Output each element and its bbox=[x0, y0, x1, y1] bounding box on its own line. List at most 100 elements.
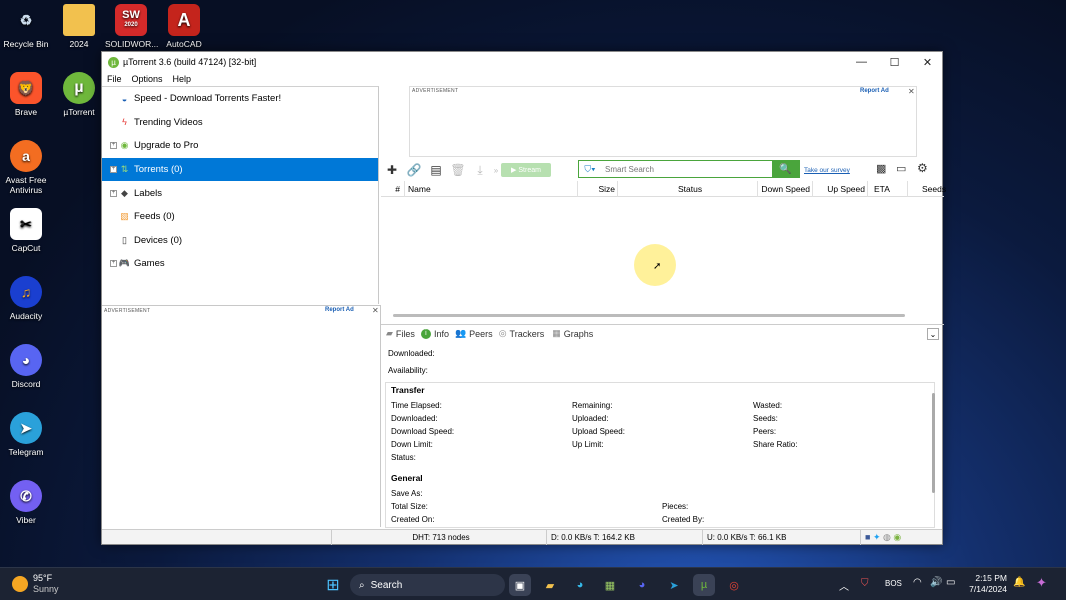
general-section-title: General bbox=[391, 473, 423, 483]
android-icon[interactable]: ◉ bbox=[893, 532, 901, 542]
horizontal-scrollbar[interactable] bbox=[393, 314, 905, 317]
tab-info[interactable]: i Info bbox=[420, 328, 449, 339]
search-input[interactable] bbox=[601, 161, 772, 177]
taskbar-search[interactable]: ⌕ Search bbox=[350, 574, 505, 596]
settings-gear-icon[interactable]: ⚙ bbox=[917, 161, 928, 175]
expand-icon[interactable]: + bbox=[110, 189, 117, 197]
close-ad-icon[interactable]: ✕ bbox=[372, 306, 379, 315]
create-torrent-icon[interactable]: ▤ bbox=[425, 159, 447, 181]
desktop-icon-telegram[interactable]: ➤ Telegram bbox=[0, 412, 52, 457]
wifi-icon[interactable]: ◠ bbox=[913, 577, 922, 588]
close-button[interactable]: ✕ bbox=[911, 52, 944, 72]
add-link-icon[interactable]: 🔗 bbox=[403, 159, 425, 181]
peers-label: Peers: bbox=[753, 427, 777, 436]
utorrent-taskbar-icon[interactable]: µ bbox=[693, 574, 715, 596]
smart-search-box[interactable]: ⛉▾ 🔍 bbox=[578, 160, 800, 178]
tab-peers[interactable]: 👥 Peers bbox=[455, 328, 493, 339]
torrent-list[interactable]: ➚ bbox=[381, 197, 944, 322]
report-ad-link[interactable]: Report Ad bbox=[325, 307, 354, 313]
volume-icon[interactable]: 🔊 bbox=[930, 577, 942, 588]
chat-icon[interactable]: ▩ bbox=[876, 162, 886, 175]
monitor-icon[interactable]: ▭ bbox=[896, 162, 906, 175]
desktop-icon-utorrent[interactable]: µ µTorrent bbox=[53, 72, 105, 117]
shield-icon[interactable]: ⛉▾ bbox=[579, 161, 601, 177]
desktop-icon-viber[interactable]: ✆ Viber bbox=[0, 480, 52, 525]
maximize-button[interactable]: ☐ bbox=[878, 52, 911, 72]
transfer-details: Transfer Time Elapsed: Remaining: Wasted… bbox=[385, 382, 935, 528]
sidebar-item-trending[interactable]: ϟ Trending Videos bbox=[102, 111, 378, 135]
desktop-icon-brave[interactable]: 🦁 Brave bbox=[0, 72, 52, 117]
expand-icon[interactable]: + bbox=[110, 260, 117, 268]
sidebar-item-devices[interactable]: ▯ Devices (0) bbox=[102, 229, 378, 253]
sidebar-item-feeds[interactable]: ▧ Feeds (0) bbox=[102, 205, 378, 229]
column-eta[interactable]: ETA bbox=[874, 181, 908, 197]
menu-options[interactable]: Options bbox=[132, 74, 163, 84]
transfer-section-title: Transfer bbox=[391, 385, 425, 395]
avast-icon: a bbox=[10, 140, 42, 172]
desktop-icon-avast[interactable]: a Avast Free Antivirus bbox=[0, 140, 52, 195]
weather-widget[interactable]: 95°F Sunny bbox=[12, 573, 59, 595]
file-explorer-icon[interactable]: ▰ bbox=[539, 574, 561, 596]
language-indicator[interactable]: BOS bbox=[885, 579, 902, 588]
desktop-icon-discord[interactable]: ◕ Discord bbox=[0, 344, 52, 389]
column-number[interactable]: # bbox=[381, 181, 405, 197]
sidebar-item-labels[interactable]: + ◆ Labels bbox=[102, 181, 378, 205]
survey-link[interactable]: Take our survey bbox=[804, 167, 850, 174]
tab-trackers[interactable]: ◎ Trackers bbox=[499, 328, 545, 339]
minimize-button[interactable]: — bbox=[845, 52, 878, 72]
show-hidden-icons[interactable]: ︿ bbox=[839, 578, 849, 593]
security-icon[interactable]: ⛉ bbox=[861, 578, 869, 589]
web-icon[interactable]: ◍ bbox=[883, 532, 891, 542]
collapse-panel-icon[interactable]: ⌄ bbox=[927, 328, 939, 340]
menu-file[interactable]: File bbox=[107, 74, 122, 84]
column-name[interactable]: Name bbox=[408, 181, 578, 197]
copilot-icon[interactable]: ✦ bbox=[1036, 575, 1047, 591]
desktop-icon-recycle-bin[interactable]: ♻ Recycle Bin bbox=[0, 4, 52, 50]
desktop-icon-capcut[interactable]: ✂ CapCut bbox=[0, 208, 52, 253]
desktop-icon-folder-2024[interactable]: 2024 bbox=[53, 4, 105, 49]
desktop-icon-autocad[interactable]: A AutoCAD bbox=[158, 4, 210, 49]
seeds-label: Seeds: bbox=[753, 414, 778, 423]
task-view-icon[interactable]: ▣ bbox=[509, 574, 531, 596]
tab-files[interactable]: ▰ Files bbox=[386, 328, 415, 339]
remove-icon[interactable]: 🗑 bbox=[447, 159, 469, 181]
chrome-icon[interactable]: ◎ bbox=[723, 574, 745, 596]
window-title: µTorrent 3.6 (build 47124) [32-bit] bbox=[123, 57, 257, 67]
column-down-speed[interactable]: Down Speed bbox=[759, 181, 813, 197]
desktop-icon-audacity[interactable]: ♫ Audacity bbox=[0, 276, 52, 321]
sidebar-item-torrents[interactable]: + ⇅ Torrents (0) bbox=[102, 157, 378, 182]
battery-icon[interactable]: ▭ bbox=[946, 577, 955, 588]
close-ad-icon[interactable]: ✕ bbox=[908, 87, 915, 96]
facebook-icon[interactable]: ■ bbox=[865, 532, 870, 542]
title-bar[interactable]: µ µTorrent 3.6 (build 47124) [32-bit] bbox=[102, 52, 942, 72]
clock[interactable]: 2:15 PM 7/14/2024 bbox=[965, 573, 1007, 595]
twitter-icon[interactable]: ✦ bbox=[873, 532, 881, 542]
notification-bell-icon[interactable]: 🔔 bbox=[1013, 577, 1025, 588]
expand-icon[interactable]: + bbox=[110, 142, 117, 150]
desktop-icon-solidworks[interactable]: SW 2020 SOLIDWOR... bbox=[105, 4, 158, 49]
search-button[interactable]: 🔍 bbox=[772, 161, 799, 177]
column-seeds[interactable]: Seeds bbox=[922, 181, 946, 197]
stream-button[interactable]: ▶ Stream bbox=[501, 163, 551, 177]
share-ratio-label: Share Ratio: bbox=[753, 440, 798, 449]
vertical-scrollbar[interactable] bbox=[932, 393, 935, 493]
more-icon[interactable]: » bbox=[491, 159, 501, 181]
expand-icon[interactable]: + bbox=[110, 166, 117, 174]
column-size[interactable]: Size bbox=[578, 181, 618, 197]
column-up-speed[interactable]: Up Speed bbox=[815, 181, 868, 197]
menu-help[interactable]: Help bbox=[173, 74, 192, 84]
sidebar-item-upgrade[interactable]: + ◉ Upgrade to Pro bbox=[102, 134, 378, 158]
rss-icon: ▧ bbox=[120, 211, 129, 222]
tab-graphs[interactable]: ▦ Graphs bbox=[552, 328, 593, 339]
report-ad-link[interactable]: Report Ad bbox=[860, 88, 889, 94]
start-button[interactable]: ⊞ bbox=[322, 574, 344, 596]
column-status[interactable]: Status bbox=[678, 181, 758, 197]
add-torrent-icon[interactable]: ✚ bbox=[381, 159, 403, 181]
sidebar-item-games[interactable]: + 🎮 Games bbox=[102, 252, 378, 276]
download-icon[interactable]: ⤓ bbox=[469, 159, 491, 181]
edge-icon[interactable]: ◕ bbox=[569, 574, 591, 596]
discord-taskbar-icon[interactable]: ◕ bbox=[631, 574, 653, 596]
store-icon[interactable]: ▦ bbox=[599, 574, 621, 596]
telegram-taskbar-icon[interactable]: ➤ bbox=[663, 574, 685, 596]
sidebar-item-speed[interactable]: ◒ Speed - Download Torrents Faster! bbox=[102, 87, 378, 111]
